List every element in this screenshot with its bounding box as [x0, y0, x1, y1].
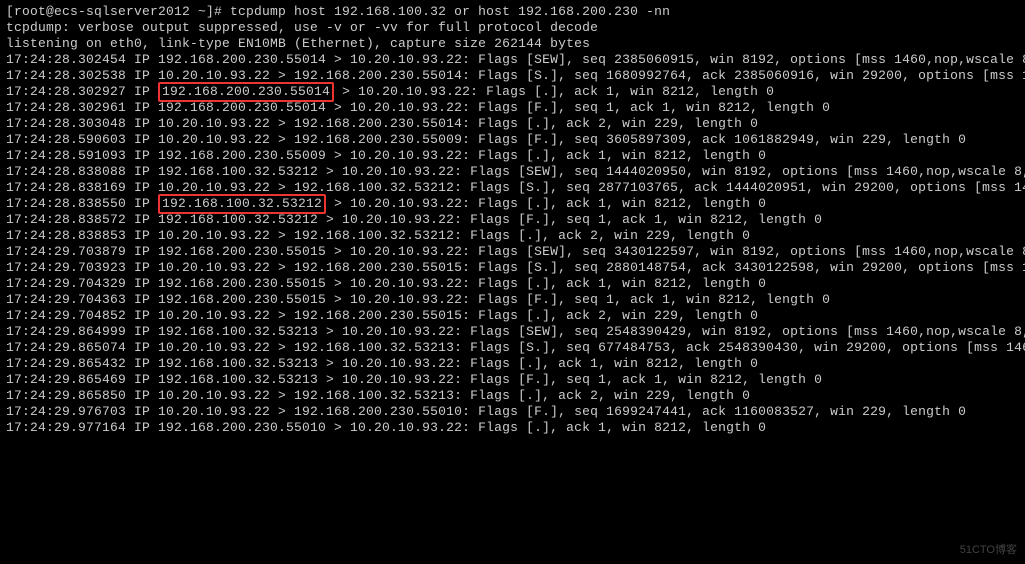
- terminal-line: 17:24:29.704329 IP 192.168.200.230.55015…: [6, 276, 1019, 292]
- terminal-line: 17:24:29.704852 IP 10.20.10.93.22 > 192.…: [6, 308, 1019, 324]
- terminal-line: 17:24:28.838088 IP 192.168.100.32.53212 …: [6, 164, 1019, 180]
- terminal-line: 17:24:29.865432 IP 192.168.100.32.53213 …: [6, 356, 1019, 372]
- terminal-line: 17:24:28.591093 IP 192.168.200.230.55009…: [6, 148, 1019, 164]
- terminal-line: 17:24:28.838853 IP 10.20.10.93.22 > 192.…: [6, 228, 1019, 244]
- terminal-line: 17:24:28.590603 IP 10.20.10.93.22 > 192.…: [6, 132, 1019, 148]
- terminal-line: 17:24:29.704363 IP 192.168.200.230.55015…: [6, 292, 1019, 308]
- line-prefix: 17:24:28.302927 IP: [6, 84, 158, 99]
- terminal-line: 17:24:29.703923 IP 10.20.10.93.22 > 192.…: [6, 260, 1019, 276]
- terminal-line: 17:24:28.302927 IP 192.168.200.230.55014…: [6, 84, 1019, 100]
- terminal-line: 17:24:28.302961 IP 192.168.200.230.55014…: [6, 100, 1019, 116]
- terminal-line: 17:24:28.303048 IP 10.20.10.93.22 > 192.…: [6, 116, 1019, 132]
- terminal-line: 17:24:29.865469 IP 192.168.100.32.53213 …: [6, 372, 1019, 388]
- line-prefix: 17:24:28.838550 IP: [6, 196, 158, 211]
- terminal-line: 17:24:29.976703 IP 10.20.10.93.22 > 192.…: [6, 404, 1019, 420]
- terminal-line: 17:24:29.865074 IP 10.20.10.93.22 > 192.…: [6, 340, 1019, 356]
- terminal-output[interactable]: [root@ecs-sqlserver2012 ~]# tcpdump host…: [0, 0, 1025, 440]
- highlighted-host-port: 192.168.200.230.55014: [158, 82, 334, 102]
- line-suffix: > 10.20.10.93.22: Flags [.], ack 1, win …: [326, 196, 766, 211]
- terminal-line: 17:24:29.865850 IP 10.20.10.93.22 > 192.…: [6, 388, 1019, 404]
- watermark: 51CTO博客: [960, 542, 1017, 558]
- terminal-line: 17:24:29.977164 IP 192.168.200.230.55010…: [6, 420, 1019, 436]
- highlighted-host-port: 192.168.100.32.53212: [158, 194, 326, 214]
- terminal-line: tcpdump: verbose output suppressed, use …: [6, 20, 1019, 36]
- terminal-line: 17:24:28.838572 IP 192.168.100.32.53212 …: [6, 212, 1019, 228]
- terminal-line: 17:24:28.302454 IP 192.168.200.230.55014…: [6, 52, 1019, 68]
- terminal-line: [root@ecs-sqlserver2012 ~]# tcpdump host…: [6, 4, 1019, 20]
- terminal-line: 17:24:29.703879 IP 192.168.200.230.55015…: [6, 244, 1019, 260]
- terminal-line: 17:24:29.864999 IP 192.168.100.32.53213 …: [6, 324, 1019, 340]
- terminal-line: listening on eth0, link-type EN10MB (Eth…: [6, 36, 1019, 52]
- terminal-line: 17:24:28.838550 IP 192.168.100.32.53212 …: [6, 196, 1019, 212]
- line-suffix: > 10.20.10.93.22: Flags [.], ack 1, win …: [334, 84, 774, 99]
